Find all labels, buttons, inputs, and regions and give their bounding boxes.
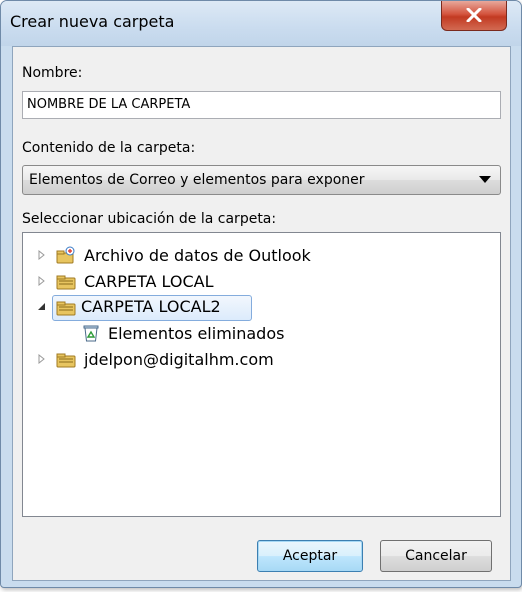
- close-icon: [466, 8, 482, 22]
- title-bar[interactable]: Crear nueva carpeta: [1, 1, 521, 46]
- expand-arrow-icon[interactable]: [38, 276, 46, 286]
- folder-tree[interactable]: Archivo de datos de Outlook CARPETA LOCA…: [22, 232, 501, 517]
- name-input[interactable]: NOMBRE DE LA CARPETA: [22, 91, 501, 119]
- tree-node-label: CARPETA LOCAL: [84, 272, 214, 291]
- ok-button[interactable]: Aceptar: [257, 540, 363, 572]
- dialog-title: Crear nueva carpeta: [10, 12, 175, 31]
- close-button[interactable]: [441, 1, 507, 31]
- tree-node-label: Archivo de datos de Outlook: [84, 246, 311, 265]
- location-label: Seleccionar ubicación de la carpeta:: [22, 211, 277, 227]
- name-label: Nombre:: [22, 65, 83, 81]
- expand-arrow-icon[interactable]: [38, 354, 46, 364]
- pst-folder-icon: [56, 353, 76, 368]
- contents-select[interactable]: Elementos de Correo y elementos para exp…: [22, 165, 501, 195]
- tree-node-carpeta-local[interactable]: CARPETA LOCAL: [23, 269, 493, 295]
- tree-node-jdelpon[interactable]: jdelpon@digitalhm.com: [23, 347, 493, 373]
- tree-node-label: Elementos eliminados: [108, 324, 285, 343]
- tree-node-elementos-eliminados[interactable]: Elementos eliminados: [23, 321, 493, 347]
- pst-folder-icon: [56, 275, 76, 290]
- contents-selected-value: Elementos de Correo y elementos para exp…: [29, 172, 365, 188]
- tree-node-label: CARPETA LOCAL2: [81, 297, 221, 316]
- cancel-button[interactable]: Cancelar: [380, 540, 492, 572]
- expand-arrow-icon[interactable]: [38, 250, 46, 260]
- tree-node-label: jdelpon@digitalhm.com: [84, 350, 274, 369]
- tree-node-outlook-data[interactable]: Archivo de datos de Outlook: [23, 243, 493, 269]
- collapse-arrow-icon[interactable]: [37, 302, 46, 311]
- dialog-window: Crear nueva carpeta Nombre: NOMBRE DE LA…: [0, 0, 522, 588]
- deleted-items-icon: [83, 325, 99, 342]
- contents-label: Contenido de la carpeta:: [22, 140, 196, 156]
- outlook-data-file-icon: [56, 246, 75, 264]
- tree-node-carpeta-local2[interactable]: CARPETA LOCAL2: [23, 295, 493, 321]
- dropdown-arrow-icon: [479, 176, 491, 183]
- dialog-body: Nombre: NOMBRE DE LA CARPETA Contenido d…: [12, 46, 511, 581]
- pst-folder-icon: [56, 301, 76, 316]
